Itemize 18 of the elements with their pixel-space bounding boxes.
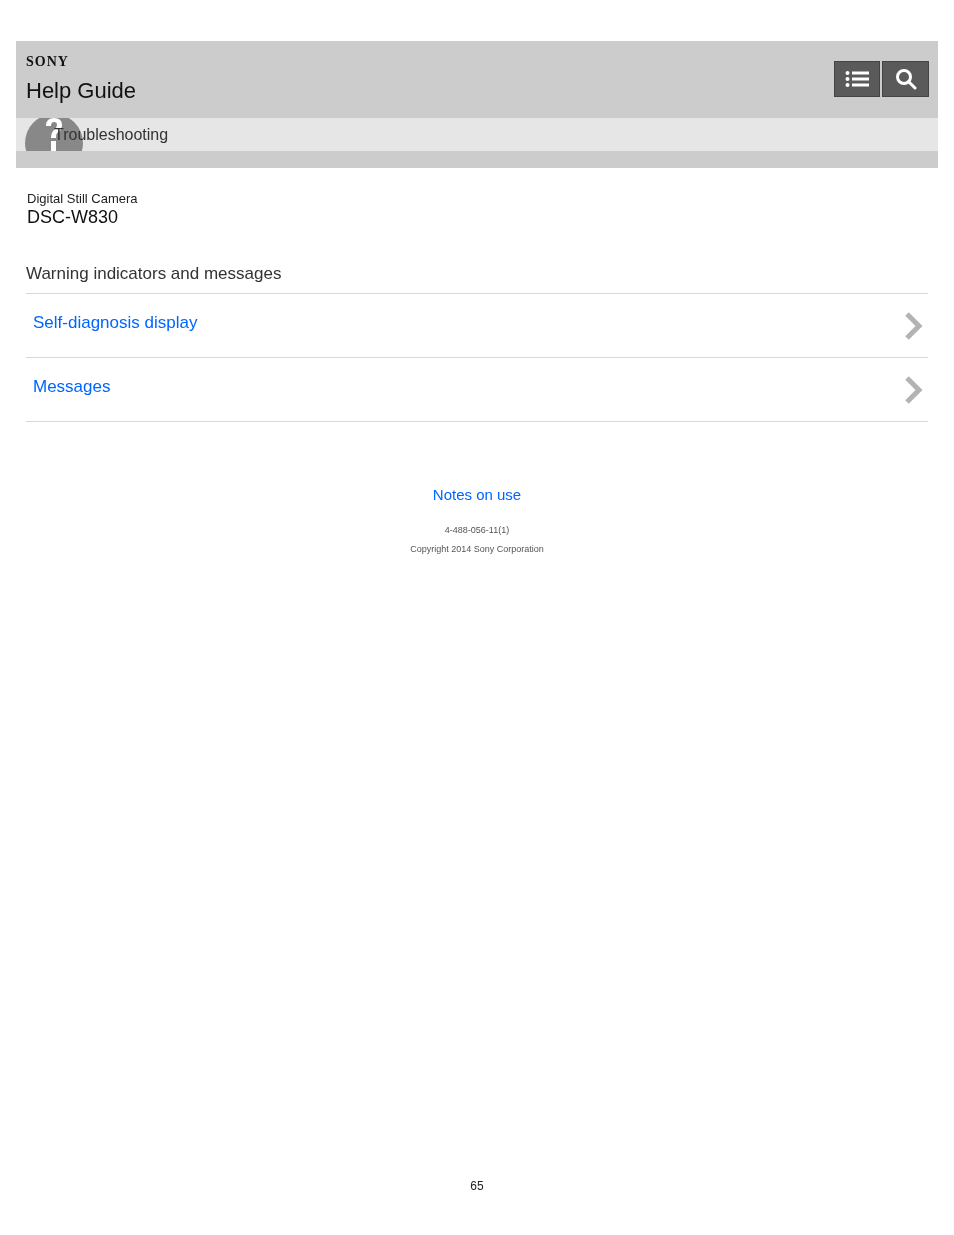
section-title: Troubleshooting	[54, 124, 169, 145]
product-category: Digital Still Camera	[27, 191, 139, 207]
notes-link[interactable]: Notes on use	[432, 484, 522, 507]
copyright-text: Copyright 2014 Sony Corporation	[410, 543, 544, 556]
menu-button[interactable]	[834, 61, 880, 97]
search-button[interactable]	[882, 61, 929, 97]
page-number: 65	[470, 1178, 484, 1195]
list-icon	[845, 70, 869, 88]
guide-title: Help Guide	[26, 78, 137, 104]
chevron-icon	[904, 375, 924, 405]
topic-link[interactable]: Messages	[33, 374, 111, 400]
brand-logo: SONY	[26, 55, 70, 69]
document-code: 4-488-056-11(1)	[444, 523, 510, 537]
topic-title: Warning indicators and messages	[26, 263, 928, 294]
search-icon	[894, 68, 917, 90]
topic-link[interactable]: Self-diagnosis display	[33, 310, 198, 336]
product-model: DSC-W830	[27, 207, 120, 227]
chevron-icon	[904, 311, 924, 341]
